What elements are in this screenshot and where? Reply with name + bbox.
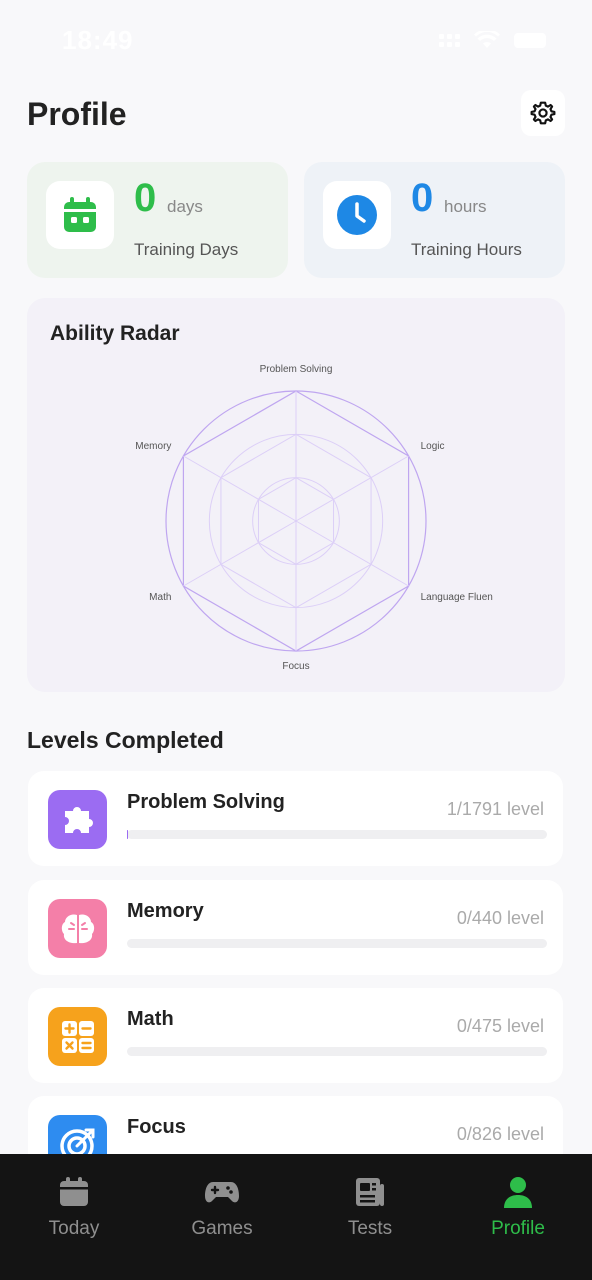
tab-label: Today — [48, 1218, 100, 1239]
levels-completed-title: Levels Completed — [27, 727, 224, 753]
level-count: 0/826 level — [456, 1124, 544, 1144]
clock-icon — [337, 195, 377, 235]
radar-labels: Problem Solving Logic Language Fluen Focus M… — [135, 364, 493, 672]
radar-chart: Problem Solving Logic Language Fluen Focus M… — [135, 364, 493, 672]
status-bar: 18:49 — [0, 0, 592, 80]
training-hours-unit: hours — [444, 197, 487, 216]
radar-axis-label: Problem Solving — [260, 364, 333, 375]
tab-tests[interactable]: Tests — [296, 1154, 444, 1280]
training-hours-card: 0 hours Training Hours — [304, 162, 565, 278]
person-icon — [504, 1177, 532, 1208]
gear-icon — [530, 101, 556, 125]
calculator-icon — [61, 1020, 94, 1053]
calendar-icon — [64, 197, 96, 232]
training-hours-value: 0 — [411, 176, 434, 220]
settings-button[interactable] — [521, 90, 565, 136]
stat-icon-box — [46, 181, 114, 249]
level-card-math[interactable]: Math 0/475 level — [28, 988, 563, 1083]
level-count: 0/440 level — [456, 908, 544, 928]
radar-axis-label: Memory — [135, 441, 171, 452]
tab-profile[interactable]: Profile — [444, 1154, 592, 1280]
level-card-memory[interactable]: Memory 0/440 level — [28, 880, 563, 975]
newspaper-icon — [356, 1178, 384, 1206]
radar-axis-line — [295, 520, 409, 587]
puzzle-icon — [64, 806, 93, 833]
header: Profile — [27, 90, 565, 140]
calendar-icon — [60, 1177, 88, 1206]
radar-axis-label: Logic — [421, 441, 445, 452]
level-name: Problem Solving — [127, 791, 285, 813]
training-days-unit: days — [167, 197, 203, 216]
battery-icon — [514, 32, 546, 48]
level-count: 1/1791 level — [446, 799, 544, 819]
level-progress-bar — [127, 830, 547, 839]
level-icon-box — [48, 1007, 107, 1066]
status-icons — [439, 31, 546, 49]
tab-label: Profile — [491, 1218, 545, 1239]
radar-axis-line — [183, 455, 297, 522]
wifi-icon — [474, 31, 500, 48]
tab-games[interactable]: Games — [148, 1154, 296, 1280]
radar-axis-line — [183, 520, 297, 587]
radar-axis-lines — [183, 391, 409, 651]
level-progress-bar — [127, 1047, 547, 1056]
level-icon-box — [48, 899, 107, 958]
level-progress-bar — [127, 939, 547, 948]
training-days-value: 0 — [134, 176, 157, 220]
training-days-label: Training Days — [134, 240, 239, 259]
radar-axis-label: Language Fluen — [421, 592, 493, 603]
level-name: Focus — [127, 1116, 186, 1138]
page-title: Profile — [27, 96, 127, 132]
tab-label: Games — [191, 1218, 253, 1239]
tab-bar: Today Games Tests Profile — [0, 1154, 592, 1280]
training-hours-label: Training Hours — [411, 240, 522, 259]
tab-label: Tests — [347, 1218, 393, 1239]
level-icon-box — [48, 790, 107, 849]
level-card-problem-solving[interactable]: Problem Solving 1/1791 level — [28, 771, 563, 866]
ability-radar-card: Ability Radar Problem Solving Logic Langua… — [27, 298, 565, 692]
radar-axis-label: Math — [149, 592, 171, 603]
training-days-card: 0 days Training Days — [27, 162, 288, 278]
brain-icon — [61, 913, 94, 943]
radar-axis-line — [295, 455, 409, 522]
stat-icon-box — [323, 181, 391, 249]
status-time: 18:49 — [62, 24, 134, 55]
signal-icon — [439, 33, 460, 47]
level-name: Math — [127, 1008, 174, 1030]
tab-today[interactable]: Today — [0, 1154, 148, 1280]
gamepad-icon — [205, 1182, 239, 1203]
level-name: Memory — [127, 900, 204, 922]
radar-axis-label: Focus — [282, 661, 309, 672]
level-count: 0/475 level — [456, 1016, 544, 1036]
